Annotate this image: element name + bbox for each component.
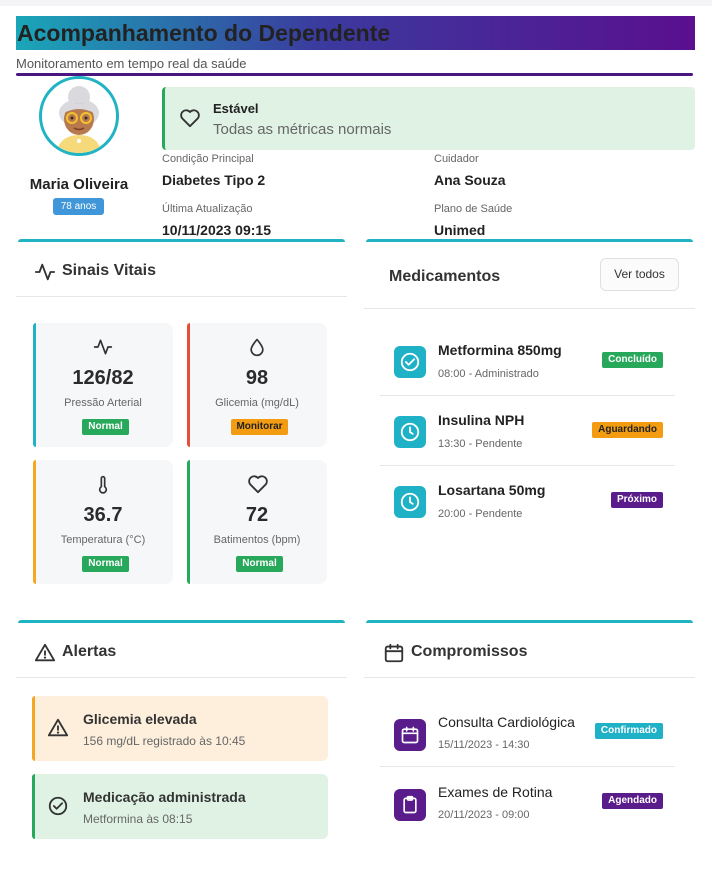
alerts-title: Alertas — [62, 643, 117, 660]
medication-name: Losartana 50mg — [438, 482, 546, 498]
status-title: Estável — [213, 101, 259, 116]
droplet-icon — [247, 337, 267, 362]
check-circle-icon — [394, 346, 426, 378]
vital-label: Pressão Arterial — [64, 397, 142, 409]
vital-value: 98 — [245, 367, 269, 389]
calendar-icon — [394, 719, 426, 751]
alert-description: Metformina às 08:15 — [83, 812, 193, 826]
vital-blood-pressure[interactable]: 126/82 Pressão Arterial Normal — [33, 323, 173, 447]
status-badge: Próximo — [610, 492, 663, 508]
medications-card: Medicamentos Ver todos Metformina 850mg … — [364, 239, 695, 569]
alert-title: Glicemia elevada — [83, 711, 197, 727]
appointments-card: Compromissos Consulta Cardiológica 15/11… — [364, 620, 695, 850]
appointment-name: Consulta Cardiológica — [438, 714, 575, 730]
patient-name: Maria Oliveira — [29, 176, 129, 193]
status-badge: Aguardando — [592, 422, 663, 438]
vital-label: Temperatura (°C) — [60, 534, 146, 546]
appointment-time: 15/11/2023 - 14:30 — [438, 739, 530, 751]
status-badge: Concluído — [602, 352, 663, 368]
vital-label: Glicemia (mg/dL) — [215, 397, 299, 409]
check-circle-icon — [47, 795, 69, 822]
status-badge: Monitorar — [231, 419, 288, 435]
appointment-item[interactable]: Consulta Cardiológica 15/11/2023 - 14:30… — [380, 697, 675, 767]
medication-name: Metformina 850mg — [438, 342, 562, 358]
medication-item[interactable]: Insulina NPH 13:30 - Pendente Aguardando — [380, 396, 675, 466]
medication-time: 13:30 - Pendente — [438, 438, 523, 450]
status-description: Todas as métricas normais — [213, 121, 392, 138]
activity-icon — [93, 337, 113, 362]
info-label-updated: Última Atualização — [162, 203, 253, 215]
medication-time: 08:00 - Administrado — [438, 368, 539, 380]
activity-icon — [34, 261, 56, 288]
alert-title: Medicação administrada — [83, 789, 246, 805]
status-banner: Estável Todas as métricas normais — [162, 87, 695, 150]
clipboard-icon — [394, 789, 426, 821]
medications-title: Medicamentos — [389, 268, 501, 285]
vital-temperature[interactable]: 36.7 Temperatura (°C) Normal — [33, 460, 173, 584]
appointment-item[interactable]: Exames de Rotina 20/11/2023 - 09:00 Agen… — [380, 767, 675, 837]
alert-description: 156 mg/dL registrado às 10:45 — [83, 734, 246, 748]
vital-value: 36.7 — [83, 504, 123, 526]
heart-icon — [179, 108, 201, 133]
info-label-caregiver: Cuidador — [434, 153, 479, 165]
status-badge: Confirmado — [594, 723, 663, 739]
medication-item[interactable]: Losartana 50mg 20:00 - Pendente Próximo — [380, 466, 675, 536]
alert-item[interactable]: Medicação administrada Metformina às 08:… — [32, 774, 328, 839]
info-value-condition: Diabetes Tipo 2 — [162, 172, 266, 188]
info-label-condition: Condição Principal — [162, 153, 254, 165]
alert-item[interactable]: Glicemia elevada 156 mg/dL registrado às… — [32, 696, 328, 761]
heart-icon — [247, 474, 269, 499]
clock-icon — [394, 486, 426, 518]
status-badge: Normal — [82, 556, 129, 572]
page-subtitle: Monitoramento em tempo real da saúde — [16, 56, 247, 71]
vital-label: Batimentos (bpm) — [213, 534, 301, 546]
appointment-name: Exames de Rotina — [438, 784, 553, 800]
vital-heart-rate[interactable]: 72 Batimentos (bpm) Normal — [187, 460, 327, 584]
alerts-card: Alertas Glicemia elevada 156 mg/dL regis… — [16, 620, 347, 860]
thermometer-icon — [93, 474, 113, 501]
info-label-health-plan: Plano de Saúde — [434, 203, 513, 215]
view-all-button[interactable]: Ver todos — [600, 258, 679, 291]
appointments-title: Compromissos — [411, 643, 528, 660]
status-badge: Normal — [236, 556, 283, 572]
vital-value: 126/82 — [72, 367, 134, 389]
info-value-caregiver: Ana Souza — [434, 172, 506, 188]
info-value-updated: 10/11/2023 09:15 — [162, 222, 271, 238]
medication-name: Insulina NPH — [438, 412, 525, 428]
avatar[interactable] — [39, 76, 119, 156]
status-badge: Agendado — [602, 793, 663, 809]
age-badge: 78 anos — [53, 198, 104, 215]
medication-time: 20:00 - Pendente — [438, 508, 523, 520]
warning-icon — [47, 717, 69, 744]
warning-icon — [34, 642, 56, 669]
top-band — [0, 0, 712, 6]
info-value-health-plan: Unimed — [434, 222, 486, 238]
profile-card: Maria Oliveira 78 anos Estável Todas as … — [16, 76, 695, 242]
vitals-card: Sinais Vitais 126/82 Pressão Arterial No… — [16, 239, 347, 599]
calendar-icon — [383, 642, 405, 669]
clock-icon — [394, 416, 426, 448]
appointment-time: 20/11/2023 - 09:00 — [438, 809, 530, 821]
page-title: Acompanhamento do Dependente — [16, 16, 695, 50]
status-badge: Normal — [82, 419, 129, 435]
vital-value: 72 — [245, 504, 269, 526]
vitals-title: Sinais Vitais — [62, 262, 156, 279]
medication-item[interactable]: Metformina 850mg 08:00 - Administrado Co… — [380, 326, 675, 396]
vital-glucose[interactable]: 98 Glicemia (mg/dL) Monitorar — [187, 323, 327, 447]
